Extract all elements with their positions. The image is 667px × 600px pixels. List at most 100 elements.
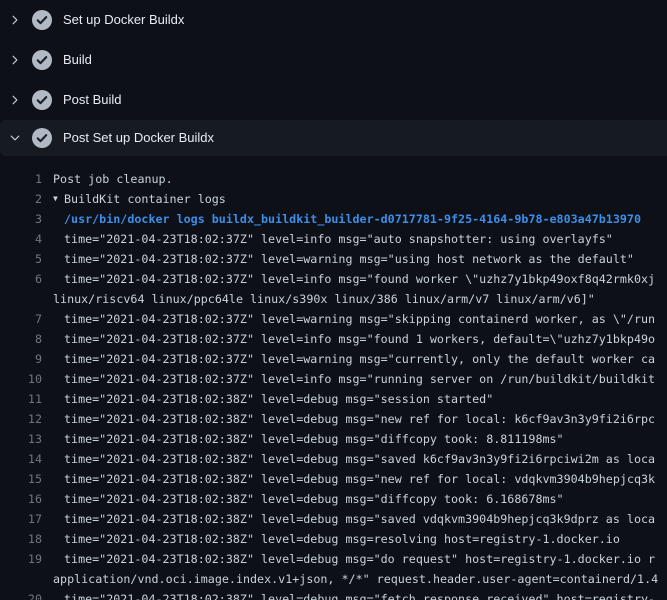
log-line: 11 ▼time="2021-04-23T18:02:38Z" level=de… — [0, 389, 667, 409]
log-line-body: ▼/usr/bin/docker logs buildx_buildkit_bu… — [64, 209, 667, 229]
step-row[interactable]: Post Set up Docker Buildx — [0, 120, 667, 156]
check-circle-icon — [32, 90, 52, 110]
check-circle-icon — [32, 10, 52, 30]
log-line: 17 ▼time="2021-04-23T18:02:38Z" level=de… — [0, 509, 667, 529]
log-line-body: ▼time="2021-04-23T18:02:38Z" level=debug… — [64, 469, 667, 489]
log-line-text: time="2021-04-23T18:02:37Z" level=info m… — [64, 229, 613, 249]
chevron-down-icon — [9, 132, 21, 144]
log-line: 18 ▼time="2021-04-23T18:02:38Z" level=de… — [0, 529, 667, 549]
log-line-text: time="2021-04-23T18:02:38Z" level=debug … — [64, 509, 655, 529]
log-line-text: time="2021-04-23T18:02:38Z" level=debug … — [64, 529, 620, 549]
log-line-body: ▼time="2021-04-23T18:02:38Z" level=debug… — [64, 549, 667, 569]
log-line-text: time="2021-04-23T18:02:37Z" level=info m… — [64, 369, 655, 389]
log-line: ▼application/vnd.oci.image.index.v1+json… — [0, 569, 667, 589]
step-row[interactable]: Set up Docker Buildx — [0, 0, 667, 40]
log-line-text: time="2021-04-23T18:02:37Z" level=info m… — [64, 269, 655, 289]
chevron-right-icon — [9, 54, 21, 66]
log-line-body: ▼application/vnd.oci.image.index.v1+json… — [53, 569, 667, 589]
log-line-number[interactable]: 4 — [0, 229, 42, 249]
log-line-body: ▼time="2021-04-23T18:02:37Z" level=warni… — [64, 249, 667, 269]
log-line: 16 ▼time="2021-04-23T18:02:38Z" level=de… — [0, 489, 667, 509]
log-line-text: application/vnd.oci.image.index.v1+json,… — [53, 569, 658, 589]
log-line-number[interactable]: 3 — [0, 209, 42, 229]
log-line-text: linux/riscv64 linux/ppc64le linux/s390x … — [53, 289, 595, 309]
workflow-log-viewer: Set up Docker Buildx Build Post Buil — [0, 0, 667, 600]
group-toggle-icon[interactable]: ▼ — [53, 189, 64, 209]
log-line-text: time="2021-04-23T18:02:37Z" level=info m… — [64, 329, 655, 349]
log-line: 14 ▼time="2021-04-23T18:02:38Z" level=de… — [0, 449, 667, 469]
step-title: Post Set up Docker Buildx — [63, 128, 214, 148]
log-line-text: Post job cleanup. — [53, 169, 173, 189]
log-line-text: time="2021-04-23T18:02:38Z" level=debug … — [64, 549, 655, 569]
log-line-number[interactable]: 20 — [0, 589, 42, 600]
log-line: 12 ▼time="2021-04-23T18:02:38Z" level=de… — [0, 409, 667, 429]
log-line-number[interactable]: 14 — [0, 449, 42, 469]
log-line: 20 ▼time="2021-04-23T18:02:38Z" level=de… — [0, 589, 667, 600]
log-line: 5 ▼time="2021-04-23T18:02:37Z" level=war… — [0, 249, 667, 269]
log-line: 19 ▼time="2021-04-23T18:02:38Z" level=de… — [0, 549, 667, 569]
log-line: ▼linux/riscv64 linux/ppc64le linux/s390x… — [0, 289, 667, 309]
log-line-text: time="2021-04-23T18:02:37Z" level=warnin… — [64, 309, 655, 329]
log-line-number[interactable]: 7 — [0, 309, 42, 329]
log-line-text: time="2021-04-23T18:02:37Z" level=warnin… — [64, 349, 655, 369]
log-line-text: time="2021-04-23T18:02:38Z" level=debug … — [64, 429, 564, 449]
log-line-number[interactable]: 6 — [0, 269, 42, 289]
log-line-text: time="2021-04-23T18:02:38Z" level=debug … — [64, 589, 655, 600]
log-line: 10 ▼time="2021-04-23T18:02:37Z" level=in… — [0, 369, 667, 389]
steps-list: Set up Docker Buildx Build Post Buil — [0, 0, 667, 156]
log-line-number[interactable]: 8 — [0, 329, 42, 349]
log-line-body: ▼Post job cleanup. — [53, 169, 667, 189]
log-line-number[interactable] — [0, 289, 42, 309]
log-line-number[interactable]: 2 — [0, 189, 42, 209]
chevron-right-icon — [9, 14, 21, 26]
log-line-text: /usr/bin/docker logs buildx_buildkit_bui… — [64, 209, 641, 229]
log-line: 3 ▼/usr/bin/docker logs buildx_buildkit_… — [0, 209, 667, 229]
log-line-body: ▼time="2021-04-23T18:02:38Z" level=debug… — [64, 449, 667, 469]
log-line-number[interactable]: 18 — [0, 529, 42, 549]
log-line-body: ▼time="2021-04-23T18:02:38Z" level=debug… — [64, 509, 667, 529]
log-line-number[interactable]: 9 — [0, 349, 42, 369]
log-line-body: ▼linux/riscv64 linux/ppc64le linux/s390x… — [53, 289, 667, 309]
log-line-text: time="2021-04-23T18:02:37Z" level=warnin… — [64, 249, 634, 269]
log-line-body: ▼time="2021-04-23T18:02:38Z" level=debug… — [64, 529, 667, 549]
log-line-body: ▼time="2021-04-23T18:02:37Z" level=info … — [64, 229, 667, 249]
log-line-body: ▼time="2021-04-23T18:02:37Z" level=info … — [64, 269, 667, 289]
log-line: 2 ▼BuildKit container logs — [0, 189, 667, 209]
log-line-number[interactable]: 15 — [0, 469, 42, 489]
log-line-body: ▼time="2021-04-23T18:02:38Z" level=debug… — [64, 489, 667, 509]
log-line: 13 ▼time="2021-04-23T18:02:38Z" level=de… — [0, 429, 667, 449]
log-line-body: ▼time="2021-04-23T18:02:38Z" level=debug… — [64, 409, 667, 429]
log-line-number[interactable]: 16 — [0, 489, 42, 509]
log-line-text: time="2021-04-23T18:02:38Z" level=debug … — [64, 409, 655, 429]
log-line: 1 ▼Post job cleanup. — [0, 169, 667, 189]
log-line-body: ▼time="2021-04-23T18:02:37Z" level=warni… — [64, 309, 667, 329]
log-line-text: BuildKit container logs — [64, 189, 226, 209]
log-line-number[interactable]: 17 — [0, 509, 42, 529]
log-line: 6 ▼time="2021-04-23T18:02:37Z" level=inf… — [0, 269, 667, 289]
log-line-number[interactable] — [0, 569, 42, 589]
log-line-number[interactable]: 11 — [0, 389, 42, 409]
log-line-number[interactable]: 10 — [0, 369, 42, 389]
log-line-body: ▼time="2021-04-23T18:02:37Z" level=info … — [64, 329, 667, 349]
log-line-body: ▼BuildKit container logs — [53, 189, 667, 209]
check-circle-icon — [32, 50, 52, 70]
log-line-number[interactable]: 19 — [0, 549, 42, 569]
log-line-number[interactable]: 13 — [0, 429, 42, 449]
log-line: 15 ▼time="2021-04-23T18:02:38Z" level=de… — [0, 469, 667, 489]
step-row[interactable]: Build — [0, 40, 667, 80]
log-lines: 1 ▼Post job cleanup. 2 ▼BuildKit contain… — [0, 156, 667, 600]
log-line-body: ▼time="2021-04-23T18:02:37Z" level=info … — [64, 369, 667, 389]
step-title: Set up Docker Buildx — [63, 10, 184, 30]
log-line-number[interactable]: 5 — [0, 249, 42, 269]
log-line-body: ▼time="2021-04-23T18:02:38Z" level=debug… — [64, 589, 667, 600]
step-row[interactable]: Post Build — [0, 80, 667, 120]
log-line-body: ▼time="2021-04-23T18:02:38Z" level=debug… — [64, 429, 667, 449]
log-line-number[interactable]: 12 — [0, 409, 42, 429]
log-line: 9 ▼time="2021-04-23T18:02:37Z" level=war… — [0, 349, 667, 369]
log-line-text: time="2021-04-23T18:02:38Z" level=debug … — [64, 489, 564, 509]
log-line-text: time="2021-04-23T18:02:38Z" level=debug … — [64, 469, 655, 489]
log-line-body: ▼time="2021-04-23T18:02:38Z" level=debug… — [64, 389, 667, 409]
log-line-text: time="2021-04-23T18:02:38Z" level=debug … — [64, 449, 655, 469]
log-line: 7 ▼time="2021-04-23T18:02:37Z" level=war… — [0, 309, 667, 329]
log-line-number[interactable]: 1 — [0, 169, 42, 189]
